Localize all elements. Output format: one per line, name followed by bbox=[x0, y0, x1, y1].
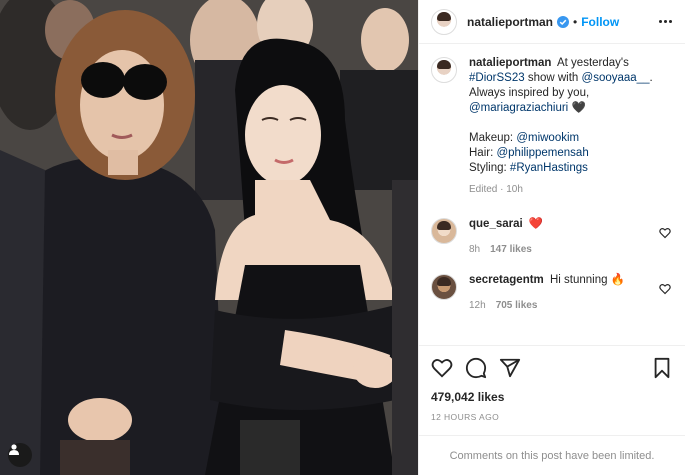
more-options-icon[interactable] bbox=[657, 14, 673, 30]
comment-age: 12h bbox=[469, 300, 486, 311]
mention-link[interactable]: @sooyaaa__ bbox=[582, 72, 650, 84]
mention-link[interactable]: @miwookim bbox=[516, 132, 579, 144]
caption-username[interactable]: natalieportman bbox=[469, 57, 551, 69]
comment-icon[interactable] bbox=[465, 357, 487, 379]
verified-icon bbox=[557, 15, 570, 28]
header-separator: • bbox=[573, 14, 578, 29]
comment-username[interactable]: que_sarai bbox=[469, 218, 523, 230]
caption-emoji: 🖤 bbox=[571, 102, 586, 114]
post-timestamp[interactable]: 12 HOURS AGO bbox=[431, 412, 673, 422]
caption: natalieportman At yesterday's #DiorSS23 … bbox=[431, 56, 673, 197]
caption-text: . bbox=[649, 72, 653, 84]
caption-text: show with bbox=[524, 72, 582, 84]
comment-likes[interactable]: 147 likes bbox=[490, 242, 532, 257]
comment-body: que_sarai ❤️ 8h 147 likes bbox=[469, 217, 673, 257]
user-tag-icon[interactable] bbox=[8, 443, 32, 467]
comment-text: Hi stunning 🔥 bbox=[550, 274, 626, 286]
photo-illustration bbox=[0, 0, 418, 475]
comment: secretagentm Hi stunning 🔥 12h 705 likes bbox=[431, 273, 673, 313]
avatar[interactable] bbox=[431, 274, 457, 300]
avatar[interactable] bbox=[431, 57, 457, 83]
comments-limited-notice: Comments on this post have been limited. bbox=[419, 435, 685, 475]
caption-text: Hair: bbox=[469, 147, 497, 159]
heart-icon[interactable] bbox=[659, 227, 671, 239]
comment-meta: 8h 147 likes bbox=[469, 242, 673, 257]
mention-link[interactable]: @mariagraziachiuri bbox=[469, 102, 568, 114]
post-header: natalieportman • Follow bbox=[419, 0, 685, 44]
avatar[interactable] bbox=[431, 218, 457, 244]
follow-button[interactable]: Follow bbox=[581, 15, 619, 29]
header-username[interactable]: natalieportman bbox=[467, 15, 553, 29]
instagram-post: natalieportman • Follow natalieportman A… bbox=[0, 0, 685, 475]
caption-text: At yesterday's bbox=[557, 57, 629, 69]
comment-body: secretagentm Hi stunning 🔥 12h 705 likes bbox=[469, 273, 673, 313]
caption-meta: Edited · 10h bbox=[469, 182, 673, 197]
heart-icon[interactable] bbox=[431, 357, 453, 379]
action-icons bbox=[431, 354, 673, 382]
caption-body: natalieportman At yesterday's #DiorSS23 … bbox=[469, 56, 673, 197]
mention-link[interactable]: @philippemensah bbox=[496, 147, 588, 159]
hashtag-link[interactable]: #RyanHastings bbox=[510, 162, 588, 174]
post-photo[interactable] bbox=[0, 0, 418, 475]
share-icon[interactable] bbox=[499, 357, 521, 379]
comment-likes[interactable]: 705 likes bbox=[496, 298, 538, 313]
post-likes-count[interactable]: 479,042 likes bbox=[431, 390, 673, 404]
save-icon[interactable] bbox=[651, 357, 673, 379]
caption-text: Makeup: bbox=[469, 132, 517, 144]
comment-text: ❤️ bbox=[528, 218, 544, 230]
caption-text: Always inspired by you, bbox=[469, 87, 590, 99]
post-side-panel: natalieportman • Follow natalieportman A… bbox=[418, 0, 685, 475]
avatar[interactable] bbox=[431, 8, 457, 35]
caption-edited-time: Edited · 10h bbox=[469, 184, 523, 195]
comment-username[interactable]: secretagentm bbox=[469, 274, 544, 286]
hashtag-link[interactable]: #DiorSS23 bbox=[469, 72, 525, 84]
heart-icon[interactable] bbox=[659, 283, 671, 295]
comment: que_sarai ❤️ 8h 147 likes bbox=[431, 217, 673, 257]
comments-section: natalieportman At yesterday's #DiorSS23 … bbox=[419, 44, 685, 345]
comment-meta: 12h 705 likes bbox=[469, 298, 673, 313]
comment-age: 8h bbox=[469, 244, 481, 255]
caption-text: Styling: bbox=[469, 162, 510, 174]
